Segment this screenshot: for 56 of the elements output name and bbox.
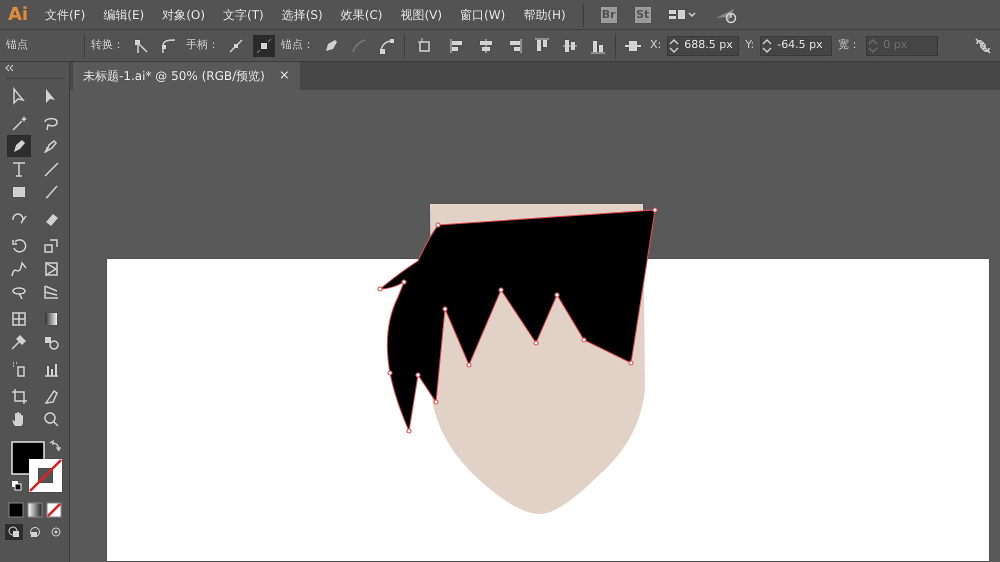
menu-item[interactable]: 对象(O) xyxy=(153,6,214,24)
y-label: Y: xyxy=(745,37,754,54)
menu-item[interactable]: 文字(T) xyxy=(214,6,273,24)
handles-label: 手柄： xyxy=(186,37,219,54)
draw-normal-icon xyxy=(6,525,20,539)
hide-handles-icon xyxy=(255,36,273,54)
color-icon[interactable] xyxy=(8,502,24,518)
scale-icon xyxy=(42,237,60,255)
warp-icon xyxy=(10,260,28,278)
x-coordinate-field[interactable]: 688.5 px xyxy=(667,36,740,56)
draw-behind-icon xyxy=(28,525,42,539)
artboard-icon xyxy=(10,387,28,405)
selection-label: 锚点 xyxy=(6,37,28,54)
x-coordinate-input[interactable]: 688.5 px xyxy=(680,37,738,54)
menu-item[interactable]: 视图(V) xyxy=(391,6,452,24)
swap-icon[interactable] xyxy=(48,440,62,452)
document-tab[interactable]: 未标题-1.ai* @ 50% (RGB/预览) × xyxy=(73,62,300,90)
menu-item[interactable]: 效果(C) xyxy=(332,6,392,24)
cut-path-icon xyxy=(378,36,396,54)
menu-item[interactable]: 选择(S) xyxy=(272,6,332,24)
curved-pen-icon xyxy=(42,137,60,155)
stroke-swatch[interactable] xyxy=(28,459,62,492)
collapse-icon[interactable] xyxy=(4,64,14,72)
rotate-icon xyxy=(10,237,28,255)
zoom-icon xyxy=(42,410,60,428)
connect-path-icon xyxy=(350,36,368,54)
menu-item[interactable]: 帮助(H) xyxy=(514,6,575,24)
hair-path-drawing[interactable] xyxy=(378,208,658,434)
convert-label: 转换： xyxy=(91,37,124,54)
pen-tool[interactable] xyxy=(6,135,30,157)
none-fill-icon[interactable] xyxy=(46,502,62,518)
line-icon xyxy=(42,160,60,178)
draw-inside-icon xyxy=(48,525,62,539)
hide-handles-button-button[interactable] xyxy=(253,34,275,56)
smooth-point-icon xyxy=(160,36,178,54)
default-colors-icon[interactable] xyxy=(12,481,21,490)
unlink-icon xyxy=(974,36,992,54)
perspective-grid-icon xyxy=(42,283,60,301)
menu-item[interactable]: 编辑(E) xyxy=(94,6,154,24)
y-coordinate-input[interactable]: -64.5 px xyxy=(773,37,832,54)
document-title: 未标题-1.ai* @ 50% (RGB/预览) xyxy=(83,68,265,85)
menu-item[interactable]: 窗口(W) xyxy=(451,6,514,24)
draw-normal-button[interactable] xyxy=(4,524,22,540)
slice-icon xyxy=(42,387,60,405)
width-label: 宽： xyxy=(838,37,860,54)
y-coordinate-field[interactable]: -64.5 px xyxy=(760,36,832,56)
app-logo: Ai xyxy=(7,3,30,27)
menu-item[interactable]: 文件(F) xyxy=(36,6,94,24)
tab-close-button[interactable]: × xyxy=(278,66,290,86)
magic-wand-icon xyxy=(10,114,28,132)
align-center-icon xyxy=(477,36,495,54)
anchors-label: 锚点： xyxy=(281,37,314,54)
show-handles-icon xyxy=(227,36,245,54)
gradient-fill-icon[interactable] xyxy=(26,502,42,518)
x-label: X: xyxy=(650,37,662,54)
mesh-icon xyxy=(10,310,28,328)
